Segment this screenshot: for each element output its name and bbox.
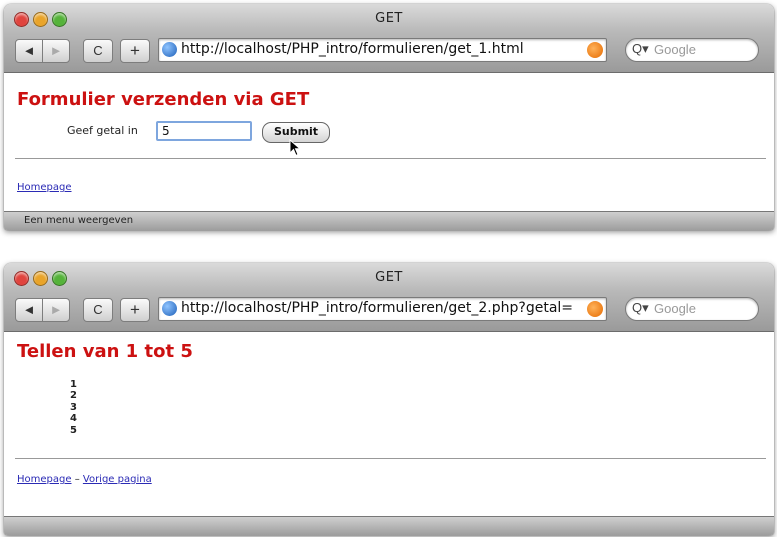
mouse-cursor-icon [289,139,302,157]
globe-icon [162,301,177,316]
forward-button[interactable]: ► [42,298,70,322]
divider [15,158,766,159]
homepage-link[interactable]: Homepage [17,182,72,193]
page-heading: Tellen van 1 tot 5 [17,341,193,362]
window-title: GET [375,11,403,26]
number-input[interactable]: 5 [156,121,252,141]
forward-button[interactable]: ► [42,39,70,63]
list-item: 4 [70,413,77,425]
toolbar: ◄ ► C + http://localhost/PHP_intro/formu… [4,296,774,324]
status-text: Een menu weergeven [24,215,134,226]
rss-icon[interactable] [587,301,603,317]
reload-button[interactable]: C [83,39,113,63]
add-bookmark-button[interactable]: + [120,39,150,63]
title-bar: GET ◄ ► C + http://localhost/PHP_intro/f… [4,263,774,332]
search-field[interactable]: Q▾ Google [625,38,759,62]
status-bar [4,516,774,535]
reload-button[interactable]: C [83,298,113,322]
number-field-label: Geef getal in [67,124,138,137]
count-list: 1 2 3 4 5 [70,379,77,436]
link-separator: – [74,474,80,485]
address-bar[interactable]: http://localhost/PHP_intro/formulieren/g… [158,38,607,62]
toolbar: ◄ ► C + http://localhost/PHP_intro/formu… [4,37,774,65]
footer-links: Homepage – Vorige pagina [17,474,152,485]
search-placeholder: Google [654,42,696,57]
list-item: 2 [70,390,77,402]
url-text[interactable]: http://localhost/PHP_intro/formulieren/g… [181,300,573,316]
footer-links: Homepage [17,177,72,195]
list-item: 5 [70,424,77,436]
search-icon[interactable]: Q▾ [632,300,649,316]
address-bar[interactable]: http://localhost/PHP_intro/formulieren/g… [158,297,607,321]
rss-icon[interactable] [587,42,603,58]
search-field[interactable]: Q▾ Google [625,297,759,321]
title-bar: GET ◄ ► C + http://localhost/PHP_intro/f… [4,4,774,73]
window-title: GET [375,270,403,285]
status-bar: Een menu weergeven [4,211,774,230]
add-bookmark-button[interactable]: + [120,298,150,322]
globe-icon [162,42,177,57]
list-item: 1 [70,379,77,390]
url-text[interactable]: http://localhost/PHP_intro/formulieren/g… [181,41,524,57]
back-button[interactable]: ◄ [15,298,43,322]
browser-window-get-2: GET ◄ ► C + http://localhost/PHP_intro/f… [4,263,774,535]
search-placeholder: Google [654,301,696,316]
list-item: 3 [70,401,77,413]
divider [15,458,766,459]
browser-window-get-1: GET ◄ ► C + http://localhost/PHP_intro/f… [4,4,774,230]
page-heading: Formulier verzenden via GET [17,89,310,110]
previous-page-link[interactable]: Vorige pagina [83,474,152,485]
homepage-link[interactable]: Homepage [17,474,72,485]
search-icon[interactable]: Q▾ [632,41,649,57]
back-button[interactable]: ◄ [15,39,43,63]
